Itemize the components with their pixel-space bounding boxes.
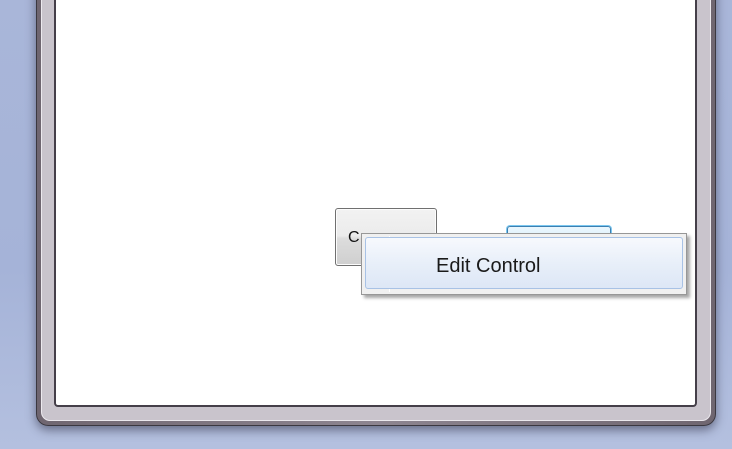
- menu-item-label: Edit Control: [436, 255, 541, 277]
- cancel-button-label: C: [348, 229, 360, 246]
- dialog-client-area: [54, 0, 697, 407]
- context-menu: Edit Control: [361, 233, 687, 295]
- menu-item-edit-control[interactable]: Edit Control: [365, 237, 683, 289]
